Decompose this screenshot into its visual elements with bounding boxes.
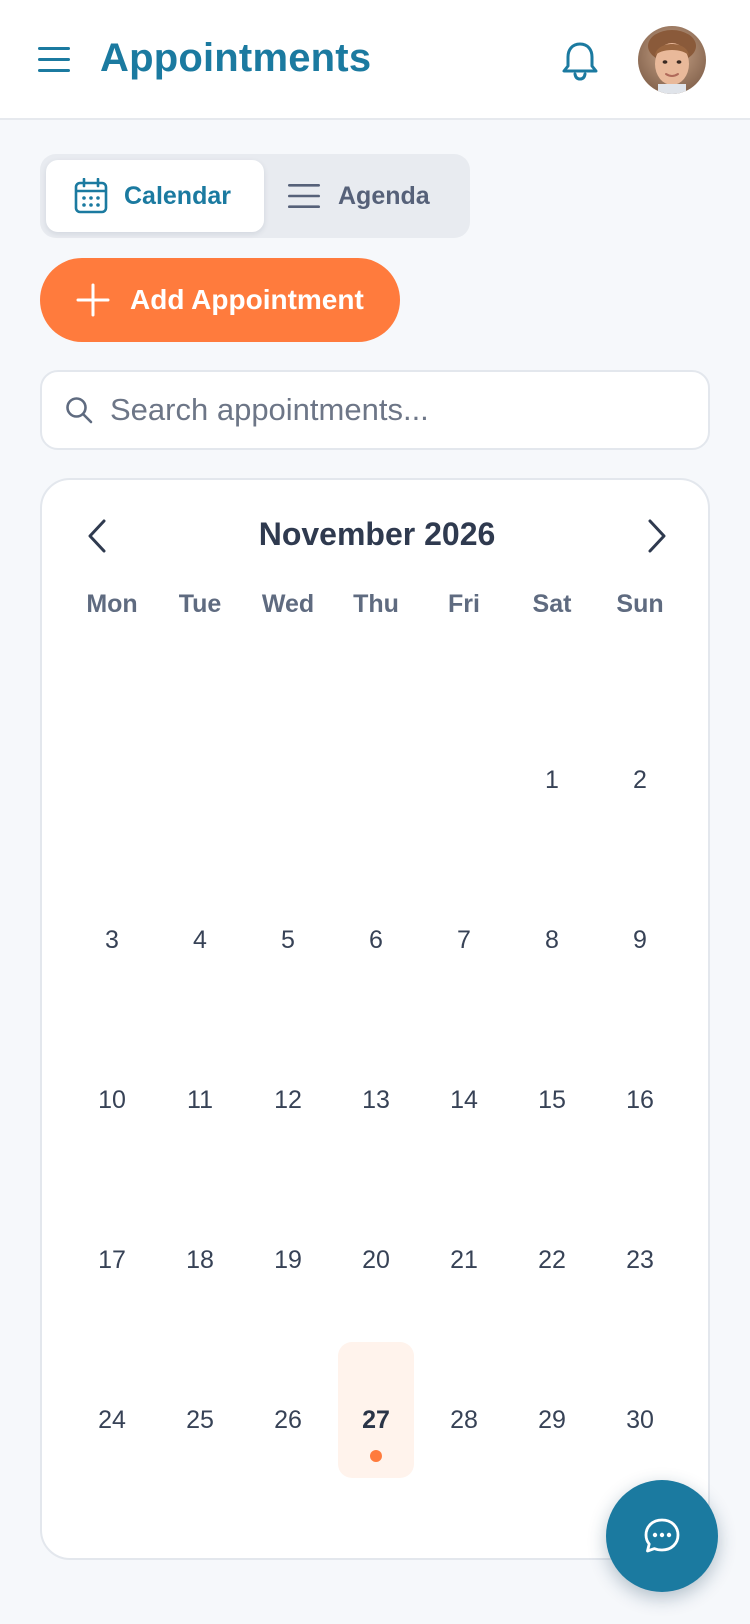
bell-icon[interactable] <box>560 40 600 82</box>
weekday-label: Sat <box>532 590 572 618</box>
calendar-day[interactable]: 18 <box>156 1158 244 1318</box>
user-avatar-image <box>638 26 706 94</box>
calendar-day-number: 26 <box>274 1406 302 1434</box>
calendar-blank-cell <box>420 678 508 838</box>
calendar-day-number: 2 <box>633 766 647 794</box>
search-input[interactable] <box>108 391 672 429</box>
calendar-day[interactable]: 14 <box>420 998 508 1158</box>
calendar-day-number: 13 <box>362 1086 390 1114</box>
calendar-blank-cell <box>68 678 156 838</box>
calendar-day[interactable]: 12 <box>244 998 332 1158</box>
calendar-day-number: 29 <box>538 1406 566 1434</box>
calendar-day-number: 17 <box>98 1246 126 1274</box>
calendar-day-number: 8 <box>545 926 559 954</box>
calendar-day-number: 19 <box>274 1246 302 1274</box>
calendar-icon <box>74 178 108 214</box>
month-label: November 2026 <box>258 516 496 552</box>
calendar-day-number: 28 <box>450 1406 478 1434</box>
calendar-blank-cell <box>332 678 420 838</box>
calendar-day[interactable]: 22 <box>508 1158 596 1318</box>
chat-button[interactable] <box>606 1480 718 1592</box>
add-appointment-label: Add Appointment <box>130 284 364 315</box>
calendar-blank-cell <box>156 678 244 838</box>
calendar-day-number: 16 <box>626 1086 654 1114</box>
calendar-day[interactable]: 19 <box>244 1158 332 1318</box>
tab-calendar[interactable]: Calendar <box>46 160 264 232</box>
calendar-day[interactable]: 28 <box>420 1318 508 1478</box>
calendar-day[interactable]: 15 <box>508 998 596 1158</box>
calendar-day-number: 11 <box>187 1086 213 1114</box>
calendar-day[interactable]: 9 <box>596 838 684 998</box>
calendar-day[interactable]: 11 <box>156 998 244 1158</box>
weekday-label: Tue <box>178 590 222 618</box>
calendar-day-number: 14 <box>450 1086 478 1114</box>
view-toggle: Calendar Agenda <box>40 154 470 238</box>
calendar-day[interactable]: 10 <box>68 998 156 1158</box>
calendar-day-number: 25 <box>186 1406 214 1434</box>
calendar-day[interactable]: 5 <box>244 838 332 998</box>
weekday-label: Wed <box>261 590 315 618</box>
calendar-day[interactable]: 20 <box>332 1158 420 1318</box>
calendar-day[interactable]: 7 <box>420 838 508 998</box>
calendar-day[interactable]: 26 <box>244 1318 332 1478</box>
avatar[interactable] <box>638 26 706 94</box>
search-bar <box>40 370 710 450</box>
calendar-day[interactable]: 4 <box>156 838 244 998</box>
calendar-day-number: 7 <box>457 926 471 954</box>
calendar-day-number: 23 <box>626 1246 654 1274</box>
calendar-day[interactable]: 17 <box>68 1158 156 1318</box>
calendar-day-number: 9 <box>633 926 647 954</box>
weekday-label: Mon <box>86 590 138 618</box>
list-icon <box>288 184 320 208</box>
calendar-day-number: 10 <box>98 1086 126 1114</box>
calendar-day[interactable]: 29 <box>508 1318 596 1478</box>
calendar-day-number: 6 <box>369 926 383 954</box>
calendar-day-number: 15 <box>538 1086 566 1114</box>
tab-agenda-label: Agenda <box>338 181 430 210</box>
calendar-day[interactable]: 16 <box>596 998 684 1158</box>
calendar-day[interactable]: 21 <box>420 1158 508 1318</box>
calendar-day-number: 3 <box>105 926 119 954</box>
weekday-label: Thu <box>353 590 399 618</box>
calendar-day-number: 27 <box>362 1406 390 1434</box>
calendar-day-number: 12 <box>274 1086 302 1114</box>
weekday-label: Sun <box>616 590 664 618</box>
calendar-day-selected[interactable]: 27 <box>338 1342 414 1478</box>
calendar-day-number: 21 <box>450 1246 478 1274</box>
calendar-day-number: 1 <box>545 766 559 794</box>
calendar-day[interactable]: 25 <box>156 1318 244 1478</box>
chat-bubble-icon <box>644 1518 680 1553</box>
calendar-day-number: 22 <box>538 1246 566 1274</box>
calendar-blank-cell <box>244 678 332 838</box>
weekday-header: Mon Tue Wed Thu Fri Sat Sun <box>68 590 684 619</box>
calendar-day-number: 20 <box>362 1246 390 1274</box>
calendar-day-number: 4 <box>193 926 207 954</box>
calendar-day-number: 18 <box>186 1246 214 1274</box>
add-appointment-button[interactable]: Add Appointment <box>40 258 400 342</box>
weekday-label: Fri <box>448 590 480 618</box>
plus-icon <box>76 283 110 317</box>
calendar-card: November 2026 Mon Tue Wed Thu Fri Sat Su… <box>40 478 710 1560</box>
calendar-day[interactable]: 3 <box>68 838 156 998</box>
calendar-day-number: 5 <box>281 926 295 954</box>
app-header: Appointments <box>0 0 750 120</box>
calendar-day[interactable]: 8 <box>508 838 596 998</box>
chevron-right-icon[interactable] <box>642 518 672 554</box>
calendar-day[interactable]: 2 <box>596 678 684 838</box>
calendar-day-number: 30 <box>626 1406 654 1434</box>
calendar-day-number: 24 <box>98 1406 126 1434</box>
calendar-day[interactable]: 1 <box>508 678 596 838</box>
tab-calendar-label: Calendar <box>124 181 231 210</box>
calendar-day[interactable]: 30 <box>596 1318 684 1478</box>
tab-agenda[interactable]: Agenda <box>266 160 466 232</box>
calendar-day[interactable]: 23 <box>596 1158 684 1318</box>
search-icon <box>66 397 93 424</box>
page-title: Appointments <box>100 36 372 80</box>
calendar-day[interactable]: 6 <box>332 838 420 998</box>
calendar-grid: 1 2 3 4 5 6 7 8 9 10 11 12 13 14 15 16 17 18 19 20 21 22 23 24 2… <box>68 678 684 1478</box>
hamburger-menu-icon[interactable] <box>36 43 72 75</box>
calendar-day[interactable]: 13 <box>332 998 420 1158</box>
calendar-day[interactable]: 24 <box>68 1318 156 1478</box>
event-indicator-dot <box>370 1450 382 1462</box>
